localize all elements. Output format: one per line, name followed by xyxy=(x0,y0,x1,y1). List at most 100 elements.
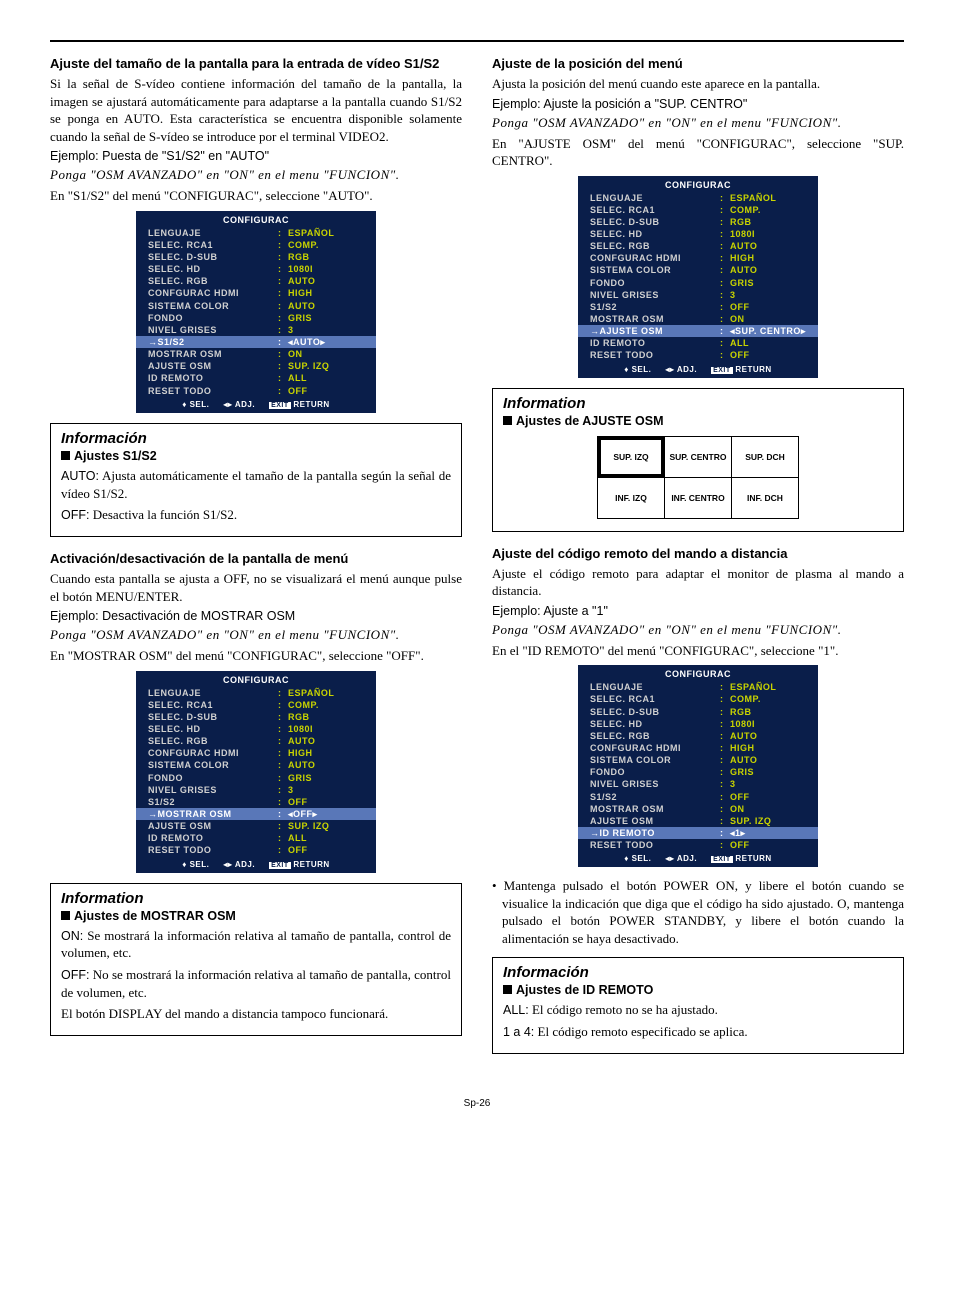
osd-value: AUTO xyxy=(288,759,364,771)
pos-cell: SUP. IZQ xyxy=(598,436,665,477)
osd-row: SELEC. D-SUB:RGB xyxy=(578,216,818,228)
osd-label: S1/S2 xyxy=(590,301,720,313)
sec2-example: Ejemplo: Desactivación de MOSTRAR OSM xyxy=(50,609,462,623)
osd-label: SELEC. RGB xyxy=(148,735,278,747)
osd-value: SUP. IZQ xyxy=(730,815,806,827)
osd-value: ESPAÑOL xyxy=(730,192,806,204)
osd-title: CONFIGURAC xyxy=(578,180,818,190)
square-bullet-icon xyxy=(61,451,70,460)
osd-value: ALL xyxy=(288,832,364,844)
osd-value: ESPAÑOL xyxy=(288,227,364,239)
left-column: Ajuste del tamaño de la pantalla para la… xyxy=(50,56,462,1068)
osd-row: LENGUAJE:ESPAÑOL xyxy=(578,681,818,693)
osd-row: →ID REMOTO:◂1▸ xyxy=(578,827,818,839)
osd-value: GRIS xyxy=(730,766,806,778)
osd-label: SISTEMA COLOR xyxy=(590,754,720,766)
osd-label: NIVEL GRISES xyxy=(590,289,720,301)
osd-title: CONFIGURAC xyxy=(136,675,376,685)
osd-row: AJUSTE OSM:SUP. IZQ xyxy=(136,820,376,832)
osd-label: SELEC. HD xyxy=(590,718,720,730)
osd-value: AUTO xyxy=(288,275,364,287)
osd-title: CONFIGURAC xyxy=(136,215,376,225)
osd-row: AJUSTE OSM:SUP. IZQ xyxy=(136,360,376,372)
sec4-bullet: • Mantenga pulsado el botón POWER ON, y … xyxy=(492,877,904,947)
info3-head: Information xyxy=(503,395,893,412)
osd-row: S1/S2:OFF xyxy=(578,301,818,313)
osd-label: AJUSTE OSM xyxy=(148,360,278,372)
osd-label: RESET TODO xyxy=(148,385,278,397)
osd-row: FONDO:GRIS xyxy=(136,312,376,324)
osd-value: ◂SUP. CENTRO▸ xyxy=(730,325,806,337)
osd-label: LENGUAJE xyxy=(590,192,720,204)
pos-cell: INF. DCH xyxy=(732,477,799,518)
osd-rows: LENGUAJE:ESPAÑOLSELEC. RCA1:COMP. SELEC. … xyxy=(578,681,818,851)
osd-row: SELEC. HD:1080I xyxy=(136,263,376,275)
pos-cell: INF. CENTRO xyxy=(665,477,732,518)
osd-row: MOSTRAR OSM:ON xyxy=(578,803,818,815)
osd-row: RESET TODO:OFF xyxy=(136,844,376,856)
osd-row: S1/S2:OFF xyxy=(578,791,818,803)
info-box-1: Información Ajustes S1/S2 AUTO: Ajusta a… xyxy=(50,423,462,537)
osd-row: SELEC. RCA1:COMP. xyxy=(578,693,818,705)
osd-row: SELEC. HD:1080I xyxy=(136,723,376,735)
osd-label: AJUSTE OSM xyxy=(148,820,278,832)
sec4-example: Ejemplo: Ajuste a "1" xyxy=(492,604,904,618)
info4-line1: ALL: El código remoto no se ha ajustado. xyxy=(503,1001,893,1019)
osd-value: OFF xyxy=(730,839,806,851)
sec4-title: Ajuste del código remoto del mando a dis… xyxy=(492,546,904,561)
osd-value: AUTO xyxy=(730,264,806,276)
osd-value: GRIS xyxy=(288,772,364,784)
osd-label: SELEC. RCA1 xyxy=(148,699,278,711)
osd-value: OFF xyxy=(730,349,806,361)
osd-value: ON xyxy=(730,313,806,325)
osd-row: →MOSTRAR OSM:◂OFF▸ xyxy=(136,808,376,820)
info4-line2: 1 a 4: El código remoto especificado se … xyxy=(503,1023,893,1041)
osd-label: FONDO xyxy=(590,277,720,289)
osd-label: NIVEL GRISES xyxy=(590,778,720,790)
osd-value: HIGH xyxy=(730,742,806,754)
ret-hint: EXIT RETURN xyxy=(269,400,330,409)
osd-value: HIGH xyxy=(288,287,364,299)
sec1-italic: Ponga "OSM AVANZADO" en "ON" en el menu … xyxy=(50,167,462,183)
osd-row: SELEC. RGB:AUTO xyxy=(136,275,376,287)
info-box-2: Information Ajustes de MOSTRAR OSM ON: S… xyxy=(50,883,462,1036)
sec4-p2: En el "ID REMOTO" del menú "CONFIGURAC",… xyxy=(492,642,904,660)
square-bullet-icon xyxy=(503,416,512,425)
sec2-p1: Cuando esta pantalla se ajusta a OFF, no… xyxy=(50,570,462,605)
sec1-example: Ejemplo: Puesta de "S1/S2" en "AUTO" xyxy=(50,149,462,163)
osd-label: SELEC. RGB xyxy=(148,275,278,287)
osd-row: SELEC. RCA1:COMP. xyxy=(136,699,376,711)
info2-sub: Ajustes de MOSTRAR OSM xyxy=(61,909,451,923)
osd-label: LENGUAJE xyxy=(590,681,720,693)
osd-label: LENGUAJE xyxy=(148,227,278,239)
info-box-4: Información Ajustes de ID REMOTO ALL: El… xyxy=(492,957,904,1054)
osd-value: OFF xyxy=(288,385,364,397)
info4-head: Información xyxy=(503,964,893,981)
osd-value: ALL xyxy=(730,337,806,349)
osd-value: ALL xyxy=(288,372,364,384)
sec4-italic: Ponga "OSM AVANZADO" en "ON" en el menu … xyxy=(492,622,904,638)
osd-label: MOSTRAR OSM xyxy=(590,803,720,815)
osd-label: SELEC. RCA1 xyxy=(590,204,720,216)
osd-value: ◂OFF▸ xyxy=(288,808,364,820)
osd-label: SELEC. D-SUB xyxy=(148,711,278,723)
osd-value: COMP. xyxy=(730,693,806,705)
osd-label: ID REMOTO xyxy=(148,372,278,384)
osd-label: S1/S2 xyxy=(148,796,278,808)
osd-row: LENGUAJE:ESPAÑOL xyxy=(136,687,376,699)
osd-value: AUTO xyxy=(730,730,806,742)
osd-label: CONFGURAC HDMI xyxy=(148,747,278,759)
osd-label: →S1/S2 xyxy=(148,336,278,348)
osd-row: SELEC. RGB:AUTO xyxy=(136,735,376,747)
osd-row: SISTEMA COLOR:AUTO xyxy=(578,264,818,276)
osd-row: LENGUAJE:ESPAÑOL xyxy=(578,192,818,204)
info1-sub: Ajustes S1/S2 xyxy=(61,449,451,463)
osd-label: SELEC. RCA1 xyxy=(148,239,278,251)
sec2-italic: Ponga "OSM AVANZADO" en "ON" en el menu … xyxy=(50,627,462,643)
pos-cell: INF. IZQ xyxy=(598,477,665,518)
osd-label: FONDO xyxy=(148,772,278,784)
osd-row: SELEC. HD:1080I xyxy=(578,228,818,240)
info4-sub: Ajustes de ID REMOTO xyxy=(503,983,893,997)
sec1-p2: En "S1/S2" del menú "CONFIGURAC", selecc… xyxy=(50,187,462,205)
osd-row: FONDO:GRIS xyxy=(578,277,818,289)
